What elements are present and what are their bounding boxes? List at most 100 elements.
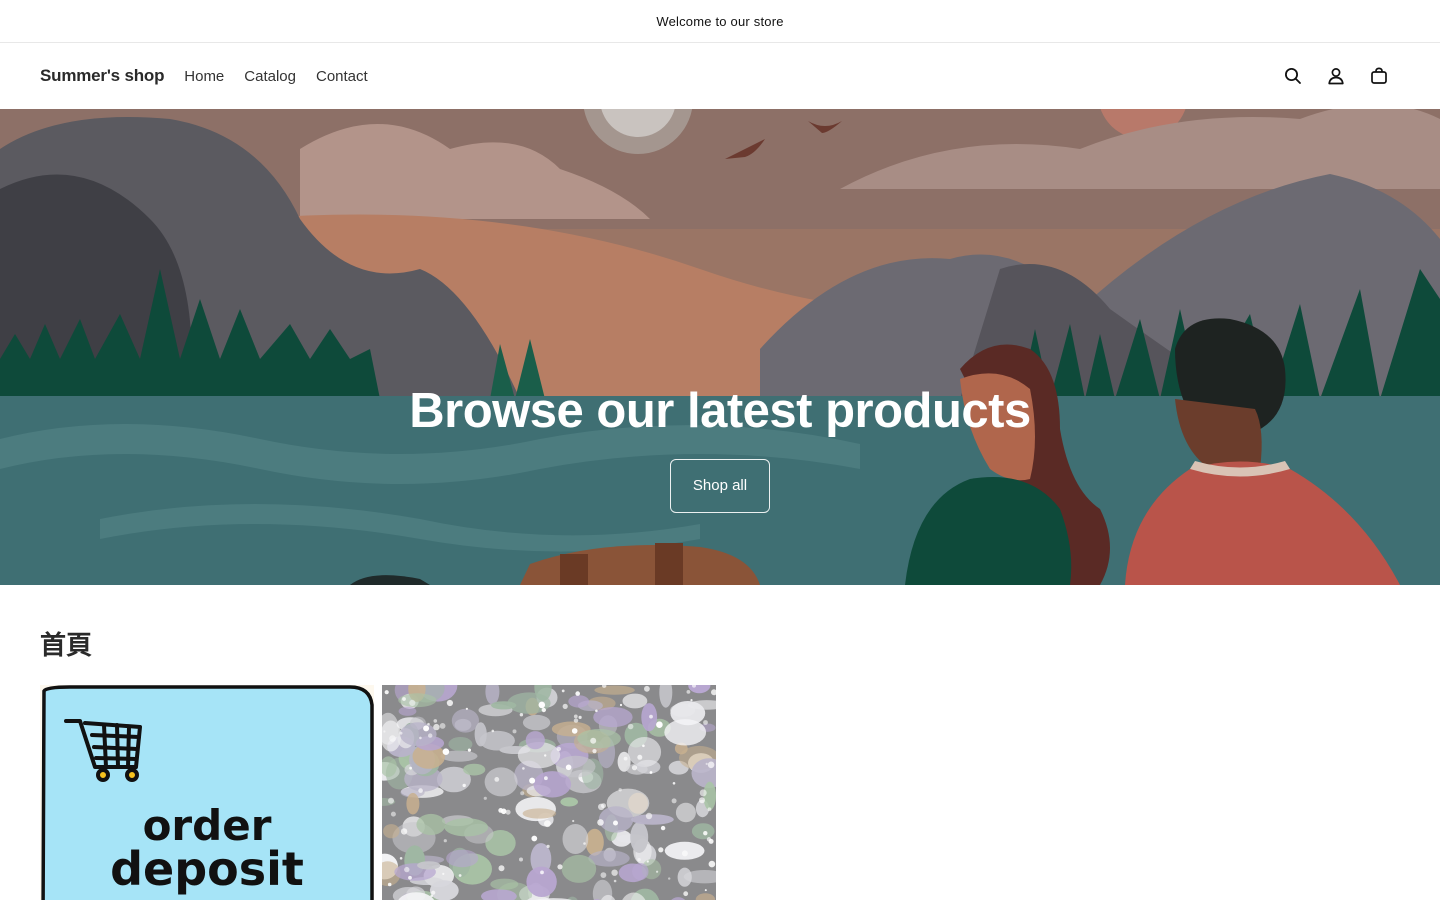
jewelry-texture-blob	[626, 763, 648, 775]
jewelry-sparkle	[446, 699, 453, 707]
jewelry-sparkle	[390, 811, 396, 817]
jewelry-texture-blob	[522, 714, 551, 731]
jewelry-texture-blob	[484, 767, 518, 797]
hero-title: Browse our latest products	[409, 384, 1031, 438]
jewelry-sparkle	[707, 807, 712, 812]
jewelry-sparkle	[671, 798, 677, 804]
jewelry-sparkle	[498, 865, 505, 872]
jewelry-sparkle	[583, 842, 586, 845]
jewelry-texture-blob	[562, 824, 589, 854]
order-deposit-image: order deposit	[40, 685, 374, 900]
jewelry-sparkle	[601, 803, 606, 809]
jewelry-sparkle	[431, 890, 436, 895]
jewelry-sparkle	[699, 789, 707, 797]
jewelry-texture-blob	[490, 878, 519, 890]
jewelry-sparkle	[637, 754, 643, 760]
jewelry-sparkle	[402, 697, 406, 701]
jewelry-sparkle	[703, 720, 708, 725]
jewelry-texture-blob	[675, 802, 696, 823]
jewelry-sparkle	[707, 761, 715, 769]
jewelry-texture-blob	[664, 719, 707, 746]
jewelry-texture-blob	[451, 708, 479, 733]
product-grid: order deposit	[40, 685, 716, 900]
jewelry-sparkle	[544, 776, 548, 781]
jewelry-sparkle	[645, 812, 653, 820]
jewelry-sparkle	[573, 718, 579, 723]
jewelry-sparkle	[578, 715, 582, 719]
collection-title: 首頁	[40, 630, 93, 660]
jewelry-sparkle	[439, 723, 446, 729]
cart-button[interactable]	[1357, 54, 1400, 98]
jewelry-sparkle	[562, 703, 568, 709]
jewelry-texture-blob	[398, 706, 417, 716]
jewelry-sparkle	[597, 819, 604, 826]
jewelry-texture-blob	[463, 763, 486, 776]
jewelry-texture-blob	[417, 861, 441, 870]
nav-home[interactable]: Home	[184, 68, 234, 85]
jewelry-photo	[382, 685, 716, 900]
jewelry-texture-blob	[593, 707, 633, 728]
jewelry-sparkle	[423, 725, 430, 732]
jewelry-texture-blob	[406, 792, 420, 815]
jewelry-sparkle	[387, 882, 392, 887]
jewelry-texture-blob	[622, 693, 648, 709]
jewelry-sparkle	[590, 737, 597, 744]
nav-catalog[interactable]: Catalog	[234, 68, 306, 85]
jewelry-sparkle	[418, 788, 423, 793]
jewelry-texture-blob	[627, 737, 662, 767]
jewelry-sparkle	[544, 820, 551, 828]
jewelry-sparkle	[649, 771, 653, 774]
jewelry-sparkle	[623, 756, 628, 761]
cart-icon	[1370, 67, 1387, 84]
jewelry-sparkle	[538, 701, 546, 709]
jewelry-sparkle	[388, 797, 394, 804]
jewelry-texture-blob	[677, 867, 692, 887]
jewelry-sparkle	[672, 782, 676, 785]
jewelry-sparkle	[646, 860, 649, 863]
jewelry-texture-blob	[446, 849, 479, 868]
jewelry-sparkle	[699, 797, 705, 804]
search-button[interactable]	[1271, 54, 1314, 98]
jewelry-sparkle	[404, 866, 410, 873]
jewelry-sparkle	[613, 879, 617, 883]
product-card-order-deposit[interactable]: order deposit	[40, 685, 374, 900]
jewelry-sparkle	[519, 713, 524, 717]
jewelry-sparkle	[433, 719, 438, 723]
jewelry-sparkle	[649, 714, 653, 719]
jewelry-sparkle	[462, 783, 466, 788]
jewelry-sparkle	[656, 870, 659, 873]
jewelry-texture-blob	[444, 818, 489, 837]
jewelry-sparkle	[557, 864, 563, 870]
jewelry-texture-blob	[577, 729, 621, 749]
jewelry-sparkle	[705, 762, 708, 765]
shop-all-button[interactable]: Shop all	[670, 459, 770, 513]
jewelry-sparkle	[491, 729, 495, 733]
jewelry-texture-blob	[429, 880, 459, 900]
jewelry-sparkle	[708, 860, 716, 868]
account-button[interactable]	[1314, 54, 1357, 98]
store-logo[interactable]: Summer's shop	[40, 66, 164, 86]
jewelry-sparkle	[494, 777, 500, 782]
jewelry-texture-blob	[568, 695, 590, 708]
announcement-text: Welcome to our store	[656, 13, 784, 29]
jewelry-sparkle	[419, 736, 422, 740]
jewelry-sparkle	[642, 744, 645, 748]
jewelry-sparkle	[443, 839, 447, 843]
jewelry-sparkle	[522, 767, 525, 770]
jewelry-sparkle	[611, 869, 618, 876]
jewelry-sparkle	[383, 730, 386, 733]
jewelry-sparkle	[565, 764, 572, 771]
jewelry-sparkle	[613, 820, 618, 826]
jewelry-sparkle	[408, 875, 412, 880]
jewelry-sparkle	[389, 735, 396, 742]
jewelry-sparkle	[704, 889, 707, 892]
jewelry-sparkle	[575, 691, 580, 696]
jewelry-texture-blob	[522, 808, 557, 819]
jewelry-sparkle	[519, 857, 523, 862]
jewelry-texture-blob	[491, 701, 517, 710]
jewelry-sparkle	[631, 765, 638, 771]
jewelry-texture-blob	[632, 863, 649, 881]
nav-contact[interactable]: Contact	[306, 68, 378, 85]
product-card-jewelry[interactable]	[382, 685, 716, 900]
jewelry-sparkle	[595, 709, 598, 713]
